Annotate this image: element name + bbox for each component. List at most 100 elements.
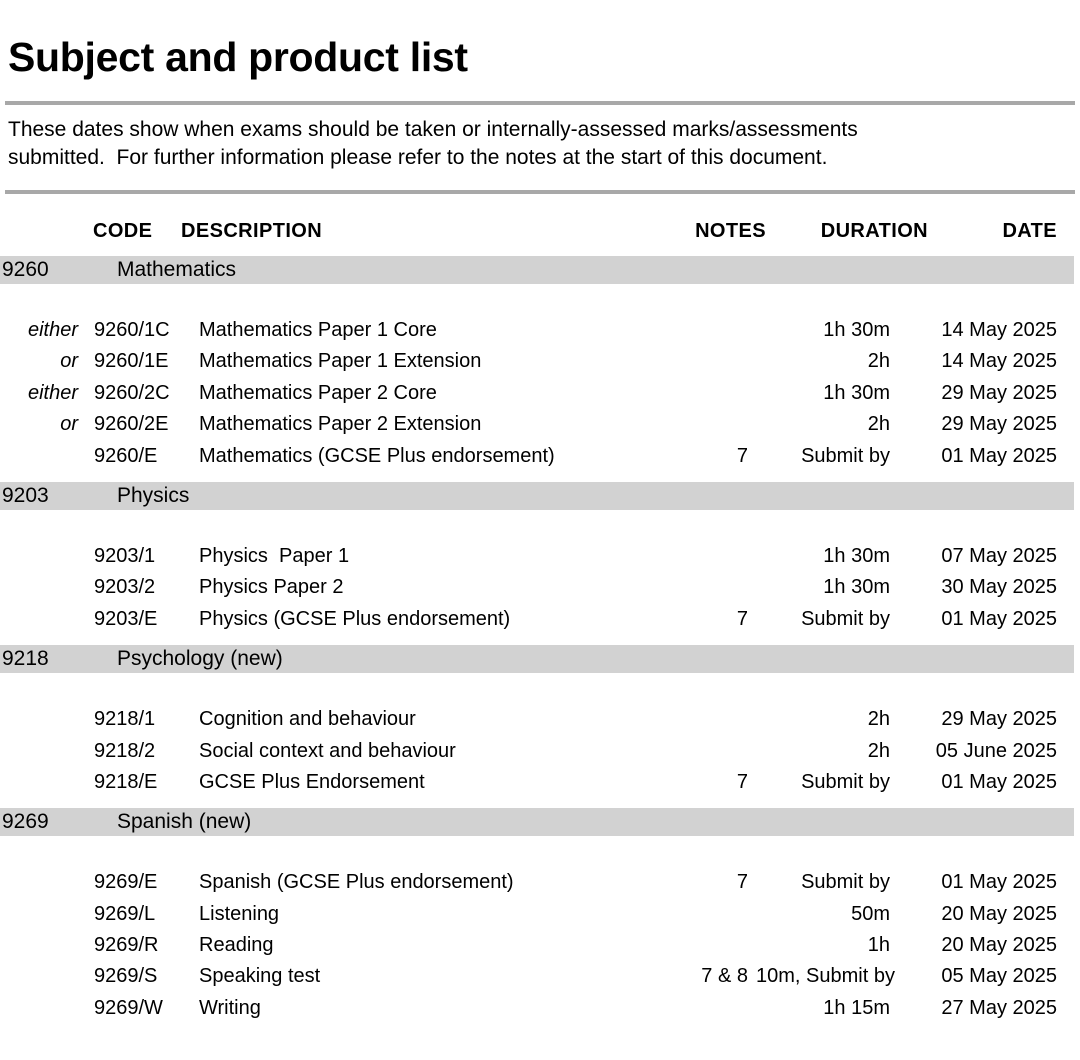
table-row: 9203/2 Physics Paper 2 1h 30m 30 May 2025 <box>0 572 1080 603</box>
table-row: 9269/W Writing 1h 15m 27 May 2025 <box>0 993 1080 1024</box>
row-duration: 1h 30m <box>823 544 890 567</box>
row-code: 9269/L <box>94 902 156 925</box>
table-row: 9269/L Listening 50m 20 May 2025 <box>0 899 1080 930</box>
row-date: 14 May 2025 <box>941 319 1057 341</box>
row-duration: 10m, Submit by <box>756 965 895 988</box>
row-date: 29 May 2025 <box>941 413 1057 436</box>
subject-band: 9260 Mathematics <box>0 256 1074 284</box>
subject-name: Spanish (new) <box>117 810 252 834</box>
row-code: 9260/E <box>94 444 158 467</box>
subject-name: Mathematics <box>117 258 237 281</box>
row-date: 29 May 2025 <box>941 381 1057 404</box>
table-row: or 9260/1E Mathematics Paper 1 Extension 2h… <box>0 346 1080 377</box>
subject-name: Psychology (new) <box>117 647 283 671</box>
row-either-or: either <box>27 381 78 404</box>
row-description: Writing <box>199 996 261 1019</box>
row-date: 20 May 2025 <box>941 902 1057 925</box>
row-duration: 2h <box>867 350 890 373</box>
row-duration: Submit by <box>801 770 890 793</box>
row-date: 29 May 2025 <box>941 708 1057 731</box>
row-notes: 7 <box>736 444 748 467</box>
subject-code: 9203 <box>2 483 49 507</box>
row-notes: 7 <box>736 607 748 630</box>
row-code: 9269/R <box>94 934 159 957</box>
column-header-date: DATE <box>1002 220 1057 242</box>
table-row: either 9260/1C Mathematics Paper 1 Core 1h … <box>0 315 1080 346</box>
row-description: Mathematics Paper 1 Extension <box>199 350 482 373</box>
divider-top <box>5 101 1075 105</box>
row-code: 9203/1 <box>94 544 156 567</box>
row-date: 01 May 2025 <box>941 871 1057 894</box>
row-code: 9269/W <box>94 996 163 1019</box>
row-code: 9203/E <box>94 607 158 630</box>
subject-code: 9218 <box>2 647 49 671</box>
row-duration: 1h 30m <box>823 576 890 599</box>
row-duration: 1h 30m <box>823 319 890 341</box>
row-code: 9218/E <box>94 770 158 793</box>
table-body: 9260 Mathematics either 9260/1C Mathematics … <box>0 256 1080 1024</box>
row-either-or: either <box>27 319 78 341</box>
row-code: 9269/E <box>94 871 158 894</box>
row-description: Physics (GCSE Plus endorsement) <box>199 607 511 630</box>
row-date: 01 May 2025 <box>941 770 1057 793</box>
row-description: Mathematics Paper 2 Core <box>199 381 437 404</box>
row-duration: Submit by <box>801 444 890 467</box>
subject-band: 9203 Physics <box>0 481 1074 510</box>
row-description: Social context and behaviour <box>199 739 456 762</box>
table-row: 9269/E Spanish (GCSE Plus endorsement) 7 Su… <box>0 867 1080 898</box>
row-code: 9260/2E <box>94 413 169 436</box>
table-row: or 9260/2E Mathematics Paper 2 Extension 2h… <box>0 409 1080 440</box>
column-header-notes: NOTES <box>695 220 766 242</box>
row-duration: 2h <box>867 708 890 731</box>
row-code: 9269/S <box>94 965 158 988</box>
subject-band: 9269 Spanish (new) <box>0 808 1074 837</box>
row-duration: 1h 15m <box>823 996 890 1019</box>
row-date: 14 May 2025 <box>941 350 1057 373</box>
row-date: 01 May 2025 <box>941 444 1057 467</box>
row-date: 01 May 2025 <box>941 607 1057 630</box>
row-date: 07 May 2025 <box>941 544 1057 567</box>
subject-product-table: CODE DESCRIPTION NOTES DURATION DATE 926… <box>0 214 1080 1024</box>
row-duration: Submit by <box>801 607 890 630</box>
row-either-or: or <box>60 413 78 436</box>
table-row: 9218/E GCSE Plus Endorsement 7 Submit by 01 … <box>0 767 1080 798</box>
row-description: Cognition and behaviour <box>199 708 416 731</box>
row-description: GCSE Plus Endorsement <box>199 770 425 793</box>
row-date: 05 May 2025 <box>941 965 1057 988</box>
intro-line: These dates show when exams should be ta… <box>8 118 858 141</box>
row-description: Reading <box>199 934 274 957</box>
row-description: Speaking test <box>199 965 321 988</box>
column-header-duration: DURATION <box>820 220 928 242</box>
table-row: 9203/1 Physics Paper 1 1h 30m 07 May 2025 <box>0 541 1080 572</box>
page-title: Subject and product list <box>8 34 468 81</box>
row-duration: Submit by <box>801 871 890 894</box>
intro-line: submitted. For further information pleas… <box>8 146 828 169</box>
row-description: Listening <box>199 902 280 925</box>
row-code: 9203/2 <box>94 576 156 599</box>
table-row: 9218/2 Social context and behaviour 2h 05 J… <box>0 736 1080 767</box>
row-duration: 50m <box>851 902 890 925</box>
row-duration: 1h 30m <box>823 381 890 404</box>
subject-code: 9269 <box>2 810 49 834</box>
subject-code: 9260 <box>2 258 49 281</box>
table-header-row: CODE DESCRIPTION NOTES DURATION DATE <box>0 214 1080 256</box>
row-duration: 2h <box>867 739 890 762</box>
table-row: 9218/1 Cognition and behaviour 2h 29 May 20… <box>0 704 1080 735</box>
row-description: Mathematics Paper 1 Core <box>199 319 437 341</box>
row-date: 27 May 2025 <box>941 996 1057 1019</box>
table-row: 9269/S Speaking test 7 & 8 10m, Submit by 05… <box>0 961 1080 992</box>
row-description: Mathematics (GCSE Plus endorsement) <box>199 444 555 467</box>
subject-band: 9218 Psychology (new) <box>0 645 1074 674</box>
row-notes: 7 <box>736 770 748 793</box>
column-header-description: DESCRIPTION <box>181 220 323 242</box>
row-notes: 7 <box>736 871 748 894</box>
table-row: 9203/E Physics (GCSE Plus endorsement) 7 Su… <box>0 604 1080 635</box>
row-code: 9218/1 <box>94 708 156 731</box>
table-row: 9269/R Reading 1h 20 May 2025 <box>0 930 1080 961</box>
column-header-code: CODE <box>93 220 153 242</box>
